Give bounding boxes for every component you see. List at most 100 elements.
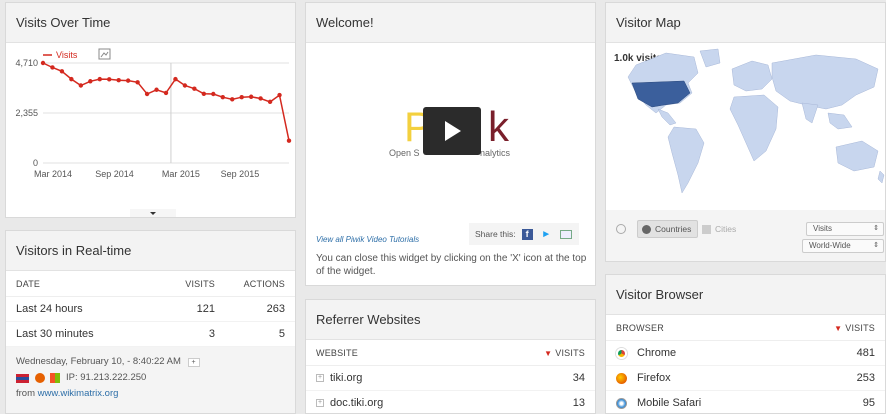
expand-icon[interactable]: +: [316, 374, 324, 383]
widget-header[interactable]: Visitor Browser: [606, 275, 885, 315]
row-visits: 253: [856, 372, 875, 384]
tab-cities[interactable]: Cities: [702, 220, 736, 238]
x-tick-label: Sep 2015: [221, 169, 260, 179]
twitter-icon[interactable]: ►: [541, 229, 552, 240]
row-visits: 95: [862, 397, 875, 409]
widget-title: Welcome!: [316, 15, 374, 30]
table-row: Last 30 minutes 3 5: [6, 322, 295, 347]
map-central-america[interactable]: [657, 108, 677, 126]
table-row[interactable]: + tiki.org 34: [306, 366, 595, 391]
map-asia[interactable]: [771, 54, 879, 110]
table-row[interactable]: + doc.tiki.org 13: [306, 391, 595, 413]
chart-collapse-handle[interactable]: [130, 209, 176, 217]
widget-title: Visitor Map: [616, 15, 681, 30]
play-icon: [445, 121, 461, 141]
region-select-value: World-Wide: [809, 241, 851, 250]
map-australia[interactable]: [835, 140, 879, 172]
column-visits[interactable]: VISITS: [155, 279, 215, 289]
zoom-out-icon[interactable]: [616, 224, 626, 234]
video-tutorials-link[interactable]: View all Piwik Video Tutorials: [316, 235, 419, 244]
row-label: Chrome: [637, 347, 677, 359]
column-browser[interactable]: BROWSER: [616, 323, 795, 333]
y-tick-label: 0: [33, 158, 38, 168]
data-point: [135, 80, 140, 85]
column-visits-label: VISITS: [555, 347, 585, 358]
row-label: tiki.org: [330, 372, 363, 384]
data-point: [286, 138, 292, 143]
widget-header[interactable]: Referrer Websites: [306, 300, 595, 340]
map-new-zealand[interactable]: [877, 170, 885, 184]
tab-countries[interactable]: Countries: [637, 220, 699, 238]
data-point: [69, 76, 74, 82]
play-button[interactable]: [423, 107, 481, 155]
widget-header[interactable]: Visits Over Time: [6, 3, 295, 43]
sort-desc-icon: ▼: [544, 348, 553, 358]
column-visits[interactable]: ▼ VISITS: [795, 323, 875, 333]
last-visit-time: Wednesday, February 10, - 8:40:22 AM: [16, 356, 181, 367]
world-map[interactable]: 1.0k visits: [606, 43, 886, 209]
data-point: [40, 60, 46, 66]
table-row[interactable]: Chrome 481: [606, 341, 885, 366]
row-label: Firefox: [637, 372, 671, 384]
metric-select-value: Visits: [813, 224, 832, 233]
map-india[interactable]: [801, 102, 819, 124]
data-point: [182, 83, 188, 88]
data-point: [192, 86, 197, 91]
map-europe[interactable]: [731, 60, 773, 92]
table-row[interactable]: Firefox 253: [606, 366, 885, 391]
region-select[interactable]: World-Wide ⇕: [802, 239, 884, 253]
map-south-america[interactable]: [667, 126, 705, 194]
chart-image-icon[interactable]: [98, 48, 111, 60]
column-visits-label: VISITS: [845, 322, 875, 333]
widget-header[interactable]: Welcome!: [306, 3, 595, 43]
data-point: [78, 83, 84, 88]
map-usa[interactable]: [631, 80, 691, 108]
table-header: BROWSER ▼ VISITS: [606, 315, 885, 341]
data-point: [50, 65, 55, 70]
chrome-icon: [616, 347, 627, 359]
column-date[interactable]: DATE: [16, 279, 155, 289]
data-point: [258, 96, 263, 101]
expand-icon[interactable]: +: [316, 399, 324, 408]
data-point: [163, 90, 169, 96]
row-label: doc.tiki.org: [330, 397, 384, 409]
table-row[interactable]: Mobile Safari 95: [606, 391, 885, 413]
visitors-realtime-widget: Visitors in Real-time DATE VISITS ACTION…: [5, 230, 296, 414]
data-point: [220, 94, 225, 100]
os-windows-icon: [50, 373, 60, 383]
map-southeast-asia[interactable]: [827, 112, 853, 130]
data-point: [201, 91, 207, 96]
browser-firefox-icon: [35, 373, 45, 383]
expand-visit-icon[interactable]: +: [187, 358, 200, 367]
video-player[interactable]: P k Open S nalytics: [316, 53, 586, 225]
row-visits: 481: [856, 347, 875, 359]
map-greenland[interactable]: [699, 48, 721, 68]
data-point: [97, 76, 102, 82]
close-hint-text: You can close this widget by clicking on…: [316, 253, 587, 277]
data-point: [239, 94, 244, 100]
facebook-icon[interactable]: f: [521, 228, 533, 240]
data-point: [116, 77, 121, 83]
referrer-link[interactable]: www.wikimatrix.org: [38, 388, 119, 399]
x-tick-label: Mar 2015: [162, 169, 200, 179]
row-visits: 34: [572, 372, 585, 384]
widget-header[interactable]: Visitors in Real-time: [6, 231, 295, 271]
select-arrows-icon: ⇕: [873, 225, 879, 232]
map-africa[interactable]: [729, 94, 779, 162]
visitor-map-widget: Visitor Map 1.0k visits Countries Cities: [605, 2, 886, 262]
flag-uk-icon: [16, 373, 29, 383]
legend-label[interactable]: Visits: [56, 50, 78, 60]
visits-line: [42, 62, 290, 141]
column-website[interactable]: WEBSITE: [316, 348, 505, 358]
table-header: DATE VISITS ACTIONS: [6, 271, 295, 297]
column-actions[interactable]: ACTIONS: [215, 279, 285, 289]
map-controls: Countries Cities Visits ⇕ World-Wide ⇕: [606, 210, 885, 261]
data-point: [267, 99, 273, 105]
column-visits[interactable]: ▼ VISITS: [505, 348, 585, 358]
widget-title: Visits Over Time: [16, 15, 111, 30]
email-icon[interactable]: [559, 229, 572, 239]
video-logo-end: k: [488, 103, 509, 151]
video-subtitle-left: Open S: [389, 148, 420, 158]
widget-header[interactable]: Visitor Map: [606, 3, 885, 43]
metric-select[interactable]: Visits ⇕: [806, 222, 884, 236]
